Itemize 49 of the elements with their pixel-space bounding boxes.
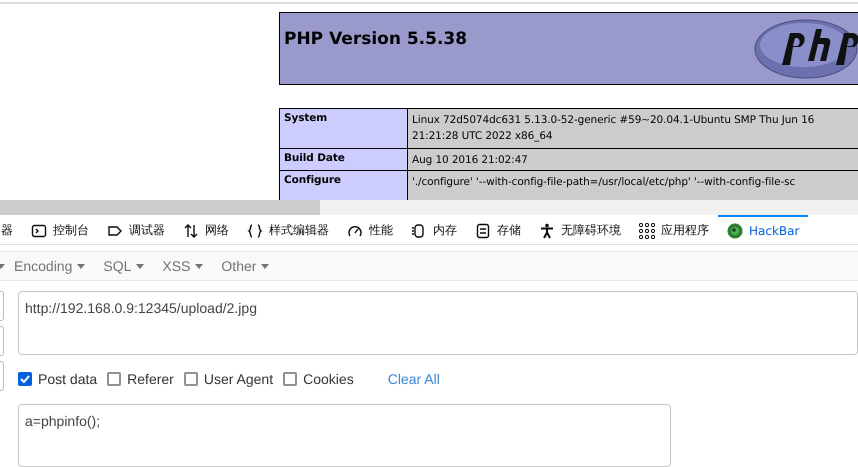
table-header-cell: Build Date	[280, 149, 408, 171]
checkbox-option[interactable]: Cookies	[283, 371, 354, 387]
side-button[interactable]	[0, 361, 4, 391]
checkbox[interactable]	[107, 372, 122, 386]
devtools-tab[interactable]: HackBar	[718, 215, 808, 244]
url-field[interactable]: http://192.168.0.9:12345/upload/2.jpg	[18, 291, 858, 354]
arrows-icon	[183, 222, 199, 238]
checkbox-option[interactable]: Post data	[18, 371, 98, 387]
table-header-cell: Configure	[280, 171, 408, 200]
devtools-tab[interactable]: 无障碍环境	[530, 215, 630, 244]
devtools-tab[interactable]: 调试器	[98, 215, 174, 244]
devtools-tab[interactable]: 应用程序	[630, 215, 718, 244]
grid-icon	[639, 222, 655, 238]
menu-button[interactable]: Encoding	[5, 258, 94, 274]
side-button[interactable]	[0, 291, 4, 321]
checkbox-option[interactable]: User Agent	[184, 371, 274, 387]
console-icon	[31, 222, 47, 238]
scrollbar-thumb[interactable]	[0, 200, 320, 215]
menu-button[interactable]: XSS	[153, 258, 212, 274]
caret-icon	[195, 264, 204, 268]
table-cell: './configure' '--with-config-file-path=/usr/local/etc/php' '--with-config-file-sc	[408, 171, 858, 200]
checkbox[interactable]	[283, 372, 298, 386]
caret-icon	[136, 264, 144, 268]
accessibility-icon	[539, 222, 555, 238]
caret-icon	[261, 264, 270, 268]
devtools-tab[interactable]: 内存	[402, 215, 466, 244]
devtools-tab[interactable]: 存储	[466, 215, 530, 244]
menu-button[interactable]: SQL	[94, 258, 154, 274]
devtools-tab[interactable]: 样式编辑器	[238, 215, 338, 244]
devtools-tab[interactable]: 器	[0, 215, 22, 244]
checkbox-option[interactable]: Referer	[107, 371, 174, 387]
menu-button[interactable]: Other	[212, 258, 278, 274]
braces-icon	[247, 222, 263, 238]
hackbar-icon	[727, 222, 743, 238]
clear-all-link[interactable]: Clear All	[388, 371, 440, 387]
devtools-tab[interactable]: 性能	[338, 215, 402, 244]
table-cell: Aug 10 2016 21:02:47	[408, 149, 858, 171]
side-button[interactable]	[0, 326, 4, 356]
table-cell: Linux 72d5074dc631 5.13.0-52-generic #59~20.04.1-Ubuntu SMP Thu Jun 16 21:21:28 UTC 2022 x86_64	[408, 109, 858, 149]
post-data-field[interactable]: a=phpinfo();	[18, 404, 671, 467]
devtools-tab[interactable]: 控制台	[22, 215, 98, 244]
page-title: PHP Version 5.5.38	[284, 29, 468, 51]
checkbox[interactable]	[184, 372, 198, 386]
devtools-tab[interactable]: 网络	[174, 215, 238, 244]
check-icon	[20, 375, 30, 383]
storage-icon	[475, 222, 491, 238]
table-header-cell: System	[280, 109, 408, 149]
checkbox[interactable]	[18, 372, 32, 386]
caret-icon	[77, 264, 86, 268]
